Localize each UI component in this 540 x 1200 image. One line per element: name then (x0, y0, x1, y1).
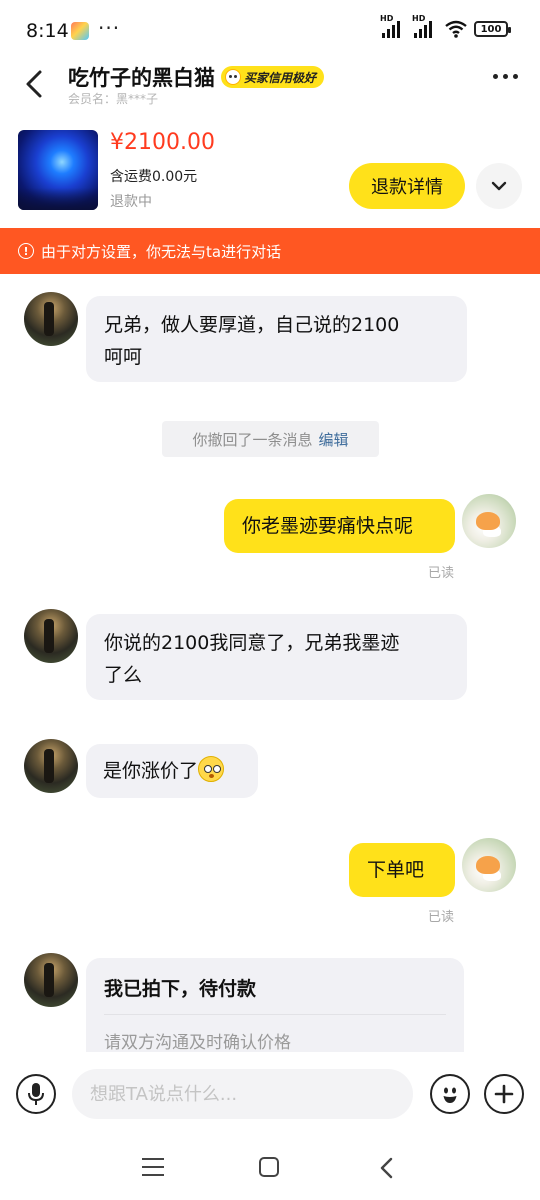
system-nav-bar (0, 1142, 540, 1200)
my-avatar[interactable] (462, 494, 516, 548)
status-time: 8:14 (26, 20, 69, 42)
more-icon[interactable] (493, 74, 518, 79)
expand-button[interactable] (476, 163, 522, 209)
other-avatar[interactable] (24, 739, 78, 793)
message-input-bar (0, 1052, 540, 1142)
recent-apps-icon[interactable] (142, 1158, 164, 1176)
order-card-title: 我已拍下，待付款 (104, 978, 257, 1000)
chat-title: 吃竹子的黑白猫 (68, 66, 215, 90)
home-icon[interactable] (259, 1157, 279, 1177)
message-bubble[interactable]: 你说的2100我同意了，兄弟我墨迹 了么 (86, 614, 467, 700)
other-avatar[interactable] (24, 292, 78, 346)
product-price: ¥2100.00 (110, 130, 215, 155)
credit-badge: 买家信用极好 (221, 66, 325, 88)
read-receipt: 已读 (428, 910, 455, 925)
other-avatar[interactable] (24, 953, 78, 1007)
refund-details-button[interactable]: 退款详情 (349, 163, 465, 209)
divider (104, 1014, 446, 1015)
dizzy-face-emoji-icon (198, 756, 225, 782)
nav-back-icon[interactable] (377, 1156, 397, 1180)
status-bar: 8:14 ··· HD HD 100 (0, 0, 540, 62)
message-input[interactable] (72, 1069, 413, 1119)
my-message-bubble[interactable]: 你老墨迹要痛快点呢 (224, 499, 455, 553)
recall-notice: 你撤回了一条消息 编辑 (162, 421, 379, 457)
status-more-dots: ··· (98, 16, 121, 40)
warning-icon: ! (18, 243, 34, 259)
member-name: 会员名：黑***子 (68, 92, 159, 106)
app-notification-icon (71, 22, 89, 40)
warning-text: 由于对方设置，你无法与ta进行对话 (41, 242, 282, 261)
edit-recalled-link[interactable]: 编辑 (319, 429, 349, 450)
chat-restriction-banner: ! 由于对方设置，你无法与ta进行对话 (0, 228, 540, 274)
voice-button[interactable] (16, 1074, 56, 1114)
my-message-bubble[interactable]: 下单吧 (349, 843, 455, 897)
message-bubble[interactable]: 兄弟，做人要厚道，自己说的2100 呵呵 (86, 296, 467, 382)
product-thumbnail[interactable] (18, 130, 98, 210)
credit-emoji-icon (225, 69, 241, 85)
order-card-subtitle: 请双方沟通及时确认价格 (104, 1033, 291, 1052)
plus-icon (494, 1084, 514, 1104)
chat-area[interactable]: 兄弟，做人要厚道，自己说的2100 呵呵 你撤回了一条消息 编辑 你老墨迹要痛快… (0, 274, 540, 1052)
read-receipt: 已读 (428, 566, 455, 581)
chat-header: 吃竹子的黑白猫 买家信用极好 会员名：黑***子 (0, 58, 540, 120)
message-bubble[interactable]: 是你涨价了 (86, 744, 258, 798)
shipping-fee: 含运费0.00元 (110, 169, 198, 185)
battery-icon: 100 (474, 21, 511, 37)
refund-status: 退款中 (110, 194, 152, 210)
my-avatar[interactable] (462, 838, 516, 892)
other-avatar[interactable] (24, 609, 78, 663)
cellular-signal-2-icon: HD (412, 14, 438, 40)
back-arrow-icon[interactable] (20, 66, 50, 102)
wifi-icon (445, 20, 467, 38)
microphone-icon (28, 1083, 44, 1105)
product-card[interactable]: ¥2100.00 含运费0.00元 退款中 退款详情 (0, 130, 540, 220)
emoji-icon (443, 1087, 457, 1103)
cellular-signal-icon: HD (380, 14, 406, 40)
add-button[interactable] (484, 1074, 524, 1114)
emoji-button[interactable] (430, 1074, 470, 1114)
chevron-down-icon (491, 181, 507, 191)
order-status-card[interactable]: 我已拍下，待付款 请双方沟通及时确认价格 (86, 958, 464, 1052)
